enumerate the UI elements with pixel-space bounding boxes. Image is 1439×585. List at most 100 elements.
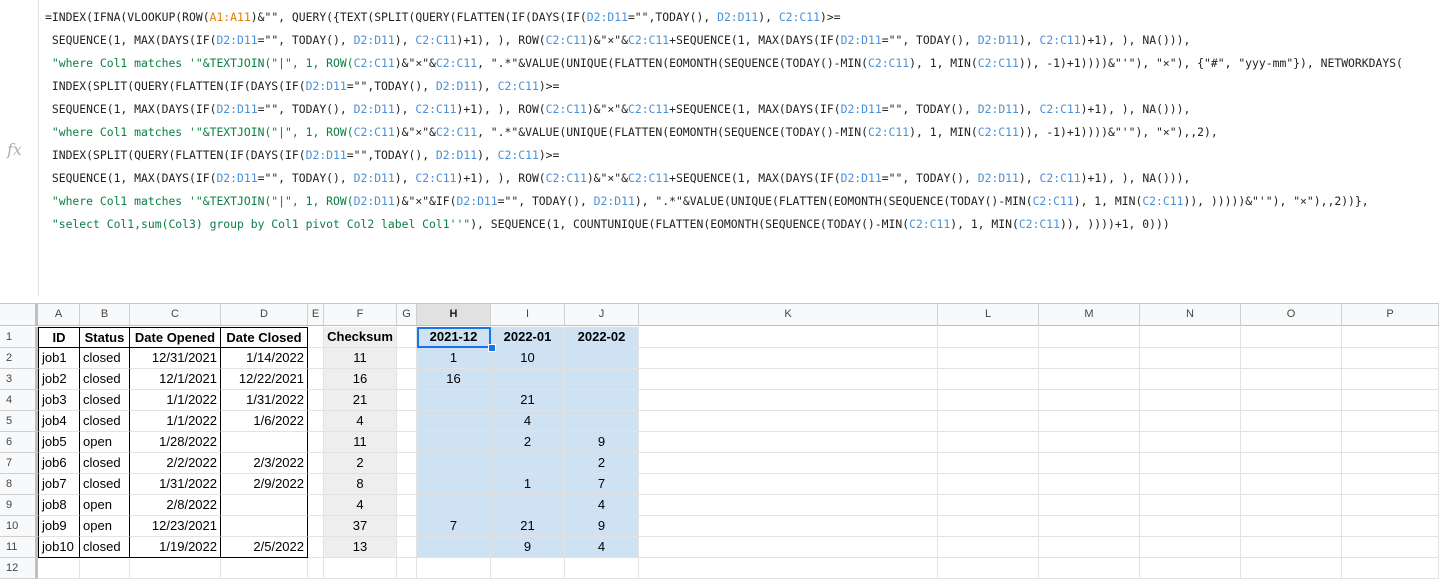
cell-p1[interactable] <box>1342 327 1439 348</box>
table-cell[interactable] <box>308 495 324 516</box>
table-cell[interactable] <box>639 474 938 495</box>
table-cell[interactable]: 12/31/2021 <box>130 348 221 369</box>
select-all-corner[interactable] <box>0 304 38 325</box>
table-cell[interactable] <box>1140 474 1241 495</box>
cell-m1[interactable] <box>1039 327 1140 348</box>
table-cell[interactable] <box>1140 516 1241 537</box>
row-header-10[interactable]: 10 <box>0 516 38 537</box>
table-cell[interactable] <box>491 495 565 516</box>
table-cell[interactable]: 4 <box>324 495 397 516</box>
table-cell[interactable] <box>1039 390 1140 411</box>
table-cell[interactable] <box>938 390 1039 411</box>
table-cell[interactable] <box>1140 390 1241 411</box>
column-header-k[interactable]: K <box>639 304 938 325</box>
table-cell[interactable] <box>397 558 417 579</box>
table-cell[interactable]: 4 <box>565 537 639 558</box>
table-cell[interactable] <box>221 558 308 579</box>
table-cell[interactable] <box>639 537 938 558</box>
table-cell[interactable] <box>565 411 639 432</box>
table-cell[interactable] <box>1241 537 1342 558</box>
table-cell[interactable] <box>938 432 1039 453</box>
table-cell[interactable] <box>938 558 1039 579</box>
row-header-2[interactable]: 2 <box>0 348 38 369</box>
column-header-m[interactable]: M <box>1039 304 1140 325</box>
table-cell[interactable]: 12/22/2021 <box>221 369 308 390</box>
table-cell[interactable] <box>1140 453 1241 474</box>
table-cell[interactable]: 21 <box>324 390 397 411</box>
table-cell[interactable] <box>639 411 938 432</box>
cell-n1[interactable] <box>1140 327 1241 348</box>
table-cell[interactable]: 37 <box>324 516 397 537</box>
table-cell[interactable] <box>1342 411 1439 432</box>
column-header-l[interactable]: L <box>938 304 1039 325</box>
table-cell[interactable] <box>308 390 324 411</box>
table-cell[interactable] <box>308 348 324 369</box>
table-cell[interactable]: 21 <box>491 390 565 411</box>
table-cell[interactable] <box>417 495 491 516</box>
table-cell[interactable]: 2 <box>491 432 565 453</box>
row-header-4[interactable]: 4 <box>0 390 38 411</box>
cell-o1[interactable] <box>1241 327 1342 348</box>
header-a[interactable]: ID <box>38 327 80 348</box>
cell-l1[interactable] <box>938 327 1039 348</box>
table-cell[interactable]: 2 <box>324 453 397 474</box>
table-cell[interactable] <box>397 390 417 411</box>
table-cell[interactable] <box>1241 411 1342 432</box>
table-cell[interactable]: closed <box>80 390 130 411</box>
table-cell[interactable] <box>1039 537 1140 558</box>
table-cell[interactable] <box>639 369 938 390</box>
table-cell[interactable]: 2/2/2022 <box>130 453 221 474</box>
header-c[interactable]: Date Opened <box>130 327 221 348</box>
table-cell[interactable]: 9 <box>491 537 565 558</box>
table-cell[interactable]: 11 <box>324 432 397 453</box>
table-cell[interactable] <box>1241 348 1342 369</box>
table-cell[interactable] <box>1342 369 1439 390</box>
table-cell[interactable]: 2 <box>565 453 639 474</box>
table-cell[interactable] <box>417 390 491 411</box>
row-header-12[interactable]: 12 <box>0 558 38 579</box>
table-cell[interactable]: 4 <box>565 495 639 516</box>
table-cell[interactable]: 2/5/2022 <box>221 537 308 558</box>
table-cell[interactable]: 11 <box>324 348 397 369</box>
table-cell[interactable] <box>938 453 1039 474</box>
row-header-3[interactable]: 3 <box>0 369 38 390</box>
table-cell[interactable] <box>308 369 324 390</box>
table-cell[interactable]: 1/1/2022 <box>130 390 221 411</box>
column-header-a[interactable]: A <box>38 304 80 325</box>
table-cell[interactable]: 4 <box>324 411 397 432</box>
table-cell[interactable]: job6 <box>38 453 80 474</box>
table-cell[interactable] <box>1342 390 1439 411</box>
table-cell[interactable] <box>397 432 417 453</box>
table-cell[interactable] <box>1039 369 1140 390</box>
table-cell[interactable] <box>565 348 639 369</box>
table-cell[interactable]: 16 <box>417 369 491 390</box>
column-header-g[interactable]: G <box>397 304 417 325</box>
table-cell[interactable]: 2/9/2022 <box>221 474 308 495</box>
table-cell[interactable] <box>397 453 417 474</box>
table-cell[interactable] <box>938 516 1039 537</box>
table-cell[interactable] <box>1039 516 1140 537</box>
cell-k1[interactable] <box>639 327 938 348</box>
table-cell[interactable]: 2/3/2022 <box>221 453 308 474</box>
table-cell[interactable] <box>397 411 417 432</box>
table-cell[interactable]: 1 <box>491 474 565 495</box>
table-cell[interactable]: 10 <box>491 348 565 369</box>
table-cell[interactable] <box>308 474 324 495</box>
table-cell[interactable] <box>1039 348 1140 369</box>
table-cell[interactable] <box>1241 495 1342 516</box>
table-cell[interactable] <box>308 432 324 453</box>
table-cell[interactable] <box>397 537 417 558</box>
column-header-e[interactable]: E <box>308 304 324 325</box>
table-cell[interactable] <box>1140 369 1241 390</box>
table-cell[interactable]: 1/6/2022 <box>221 411 308 432</box>
table-cell[interactable] <box>324 558 397 579</box>
header-d[interactable]: Date Closed <box>221 327 308 348</box>
table-cell[interactable] <box>1342 558 1439 579</box>
table-cell[interactable] <box>221 495 308 516</box>
column-header-j[interactable]: J <box>565 304 639 325</box>
table-cell[interactable] <box>1241 432 1342 453</box>
table-cell[interactable]: 12/23/2021 <box>130 516 221 537</box>
table-cell[interactable] <box>938 348 1039 369</box>
table-cell[interactable] <box>308 411 324 432</box>
table-cell[interactable] <box>38 558 80 579</box>
